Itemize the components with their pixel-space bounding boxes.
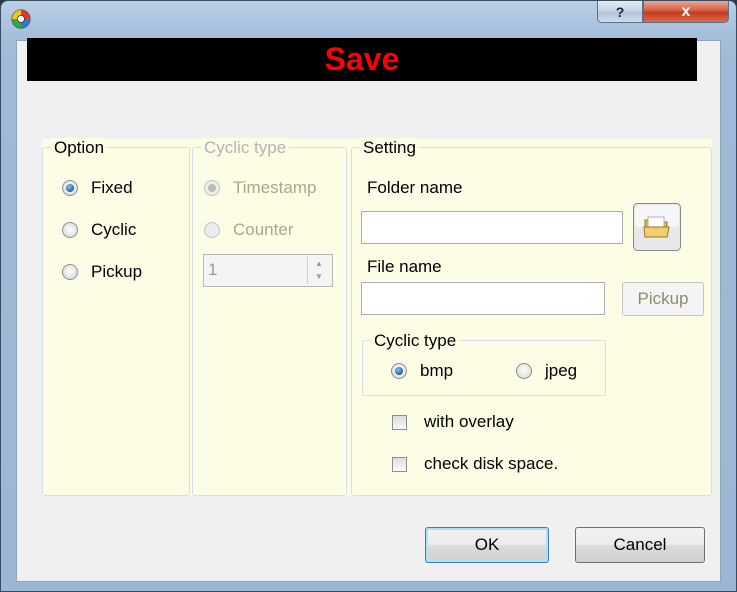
option-fixed-label: Fixed: [91, 178, 133, 197]
check-disk-space-checkbox[interactable]: [392, 456, 407, 472]
cancel-button-label: Cancel: [613, 535, 667, 554]
radio-pickup[interactable]: [62, 264, 78, 280]
with-overlay-label: with overlay: [424, 412, 514, 431]
option-fixed[interactable]: Fixed: [62, 178, 133, 198]
radio-cyclic[interactable]: [62, 222, 78, 238]
radio-timestamp[interactable]: [204, 180, 220, 196]
check-disk-space-option[interactable]: check disk space.: [392, 454, 558, 474]
app-icon: [11, 9, 31, 29]
file-name-label: File name: [367, 257, 442, 277]
spinner-buttons: ▲ ▼: [307, 257, 330, 284]
radio-bmp[interactable]: [391, 363, 407, 379]
format-jpeg[interactable]: jpeg: [516, 361, 577, 381]
counter-spinner[interactable]: 1 ▲ ▼: [203, 254, 333, 287]
close-button[interactable]: x: [643, 1, 729, 23]
browse-folder-button[interactable]: [633, 203, 681, 251]
file-name-text: File name: [367, 257, 442, 276]
option-cyclic-label: Cyclic: [91, 220, 137, 239]
file-name-input[interactable]: [361, 282, 605, 315]
radio-jpeg[interactable]: [516, 363, 532, 379]
option-group: Option: [42, 138, 190, 496]
format-bmp-label: bmp: [420, 361, 454, 380]
pickup-button[interactable]: Pickup: [622, 282, 704, 316]
cancel-button[interactable]: Cancel: [575, 527, 705, 563]
option-timestamp[interactable]: Timestamp: [204, 178, 316, 198]
option-timestamp-label: Timestamp: [233, 178, 317, 197]
check-disk-space-label: check disk space.: [424, 454, 559, 473]
spin-up-icon[interactable]: ▲: [308, 257, 330, 270]
spin-down-icon[interactable]: ▼: [308, 270, 330, 283]
setting-group-legend: Setting: [360, 138, 419, 158]
with-overlay-option[interactable]: with overlay: [392, 412, 514, 432]
format-bmp[interactable]: bmp: [391, 361, 453, 381]
format-group-legend: Cyclic type: [371, 331, 460, 351]
folder-name-label: Folder name: [367, 178, 462, 198]
pickup-button-label: Pickup: [637, 289, 689, 308]
help-button[interactable]: ?: [597, 1, 643, 23]
option-cyclic[interactable]: Cyclic: [62, 220, 136, 240]
cyclic-type-group: Cyclic type: [192, 138, 347, 496]
option-group-legend: Option: [51, 138, 108, 158]
counter-value[interactable]: 1: [208, 260, 217, 280]
cyclic-type-legend: Cyclic type: [201, 138, 290, 158]
radio-fixed[interactable]: [62, 180, 78, 196]
title-bar[interactable]: ? x: [1, 1, 736, 37]
with-overlay-checkbox[interactable]: [392, 414, 407, 430]
option-counter-label: Counter: [233, 220, 294, 239]
folder-name-text: Folder name: [367, 178, 463, 197]
setting-group: Setting: [351, 138, 712, 496]
banner-title: Save: [324, 41, 400, 77]
save-banner: Save: [27, 38, 697, 81]
format-jpeg-label: jpeg: [545, 361, 578, 380]
option-pickup[interactable]: Pickup: [62, 262, 142, 282]
folder-name-input[interactable]: [361, 211, 623, 244]
ok-button-label: OK: [474, 535, 500, 554]
option-counter[interactable]: Counter: [204, 220, 293, 240]
option-pickup-label: Pickup: [91, 262, 143, 281]
save-dialog-window: ? x Save Option Fixed Cyclic Pickup Cycl…: [0, 0, 737, 592]
ok-button[interactable]: OK: [425, 527, 549, 563]
folder-open-icon: [633, 203, 681, 251]
radio-counter[interactable]: [204, 222, 220, 238]
